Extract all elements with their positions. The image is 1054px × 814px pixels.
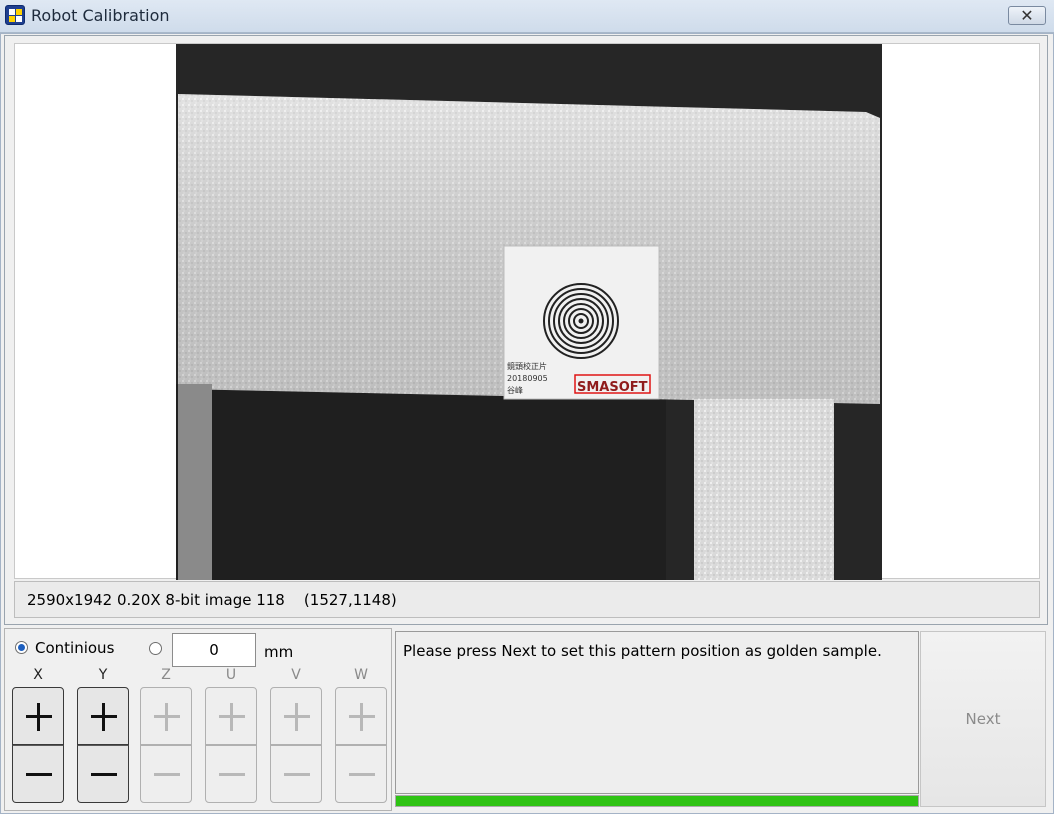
x-plus-button[interactable]: [12, 687, 64, 745]
camera-photo: 鏡頭校正片 20180905 谷峰 SMASOFT: [176, 44, 882, 580]
w-plus-button[interactable]: [335, 687, 387, 745]
target-label-2: 20180905: [507, 374, 548, 383]
calibration-target: 鏡頭校正片 20180905 谷峰 SMASOFT: [503, 245, 660, 400]
z-plus-button[interactable]: [140, 687, 192, 745]
step-mode-radio[interactable]: [149, 642, 162, 655]
image-viewer[interactable]: 鏡頭校正片 20180905 谷峰 SMASOFT: [14, 43, 1040, 580]
progress-fill: [396, 796, 918, 806]
close-button[interactable]: ✕: [1008, 6, 1046, 25]
w-minus-button[interactable]: [335, 745, 387, 803]
z-minus-button[interactable]: [140, 745, 192, 803]
image-status-text: 2590x1942 0.20X 8-bit image 118 (1527,11…: [27, 591, 397, 609]
app-icon: [5, 5, 25, 25]
axis-z-label: Z: [161, 667, 171, 683]
y-minus-button[interactable]: [77, 745, 129, 803]
axis-v-label: V: [291, 667, 301, 683]
step-distance-input[interactable]: [172, 633, 256, 667]
close-icon[interactable]: ✕: [1020, 6, 1033, 25]
next-button[interactable]: Next: [920, 631, 1046, 807]
u-plus-button[interactable]: [205, 687, 257, 745]
instruction-message: Please press Next to set this pattern po…: [403, 642, 882, 660]
progress-bar: [395, 795, 919, 807]
camera-image[interactable]: 鏡頭校正片 20180905 谷峰 SMASOFT: [176, 44, 882, 580]
image-panel: 鏡頭校正片 20180905 谷峰 SMASOFT 2590x1942 0.20…: [4, 35, 1048, 625]
table-surface: [176, 384, 666, 580]
step-unit-label: mm: [264, 643, 294, 661]
continuous-mode-label: Continious: [35, 639, 115, 657]
continuous-mode-radio[interactable]: [15, 641, 28, 654]
foam-leg-right: [694, 399, 834, 580]
axis-w-label: W: [354, 667, 368, 683]
instruction-message-box: Please press Next to set this pattern po…: [395, 631, 919, 794]
x-minus-button[interactable]: [12, 745, 64, 803]
window-title: Robot Calibration: [31, 6, 170, 25]
axis-y-label: Y: [98, 667, 108, 683]
foam-leg-left: [178, 384, 212, 580]
v-plus-button[interactable]: [270, 687, 322, 745]
image-status-bar: 2590x1942 0.20X 8-bit image 118 (1527,11…: [14, 581, 1040, 618]
target-label-3: 谷峰: [507, 385, 523, 395]
v-minus-button[interactable]: [270, 745, 322, 803]
axis-u-label: U: [225, 667, 237, 683]
u-minus-button[interactable]: [205, 745, 257, 803]
y-plus-button[interactable]: [77, 687, 129, 745]
title-bar: Robot Calibration ✕: [0, 0, 1054, 33]
target-label-1: 鏡頭校正片: [507, 361, 547, 371]
axis-x-label: X: [33, 667, 43, 683]
